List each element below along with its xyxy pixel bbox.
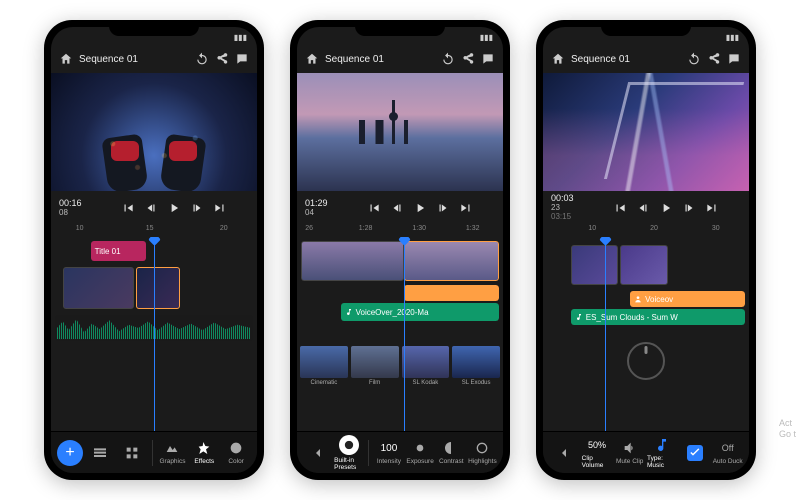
comment-icon[interactable] <box>727 52 741 66</box>
mute-clip-button[interactable]: Mute Clip <box>614 440 645 465</box>
sequence-title: Sequence 01 <box>325 54 384 65</box>
skip-start-icon[interactable] <box>121 201 135 215</box>
add-button[interactable]: + <box>57 440 83 466</box>
video-clip-1[interactable] <box>63 267 134 309</box>
comment-icon[interactable] <box>235 52 249 66</box>
builtin-presets-button[interactable]: Built-in Presets <box>334 435 363 471</box>
skip-start-icon[interactable] <box>613 201 627 215</box>
person-icon <box>634 295 642 303</box>
comment-icon[interactable] <box>481 52 495 66</box>
undo-icon[interactable] <box>195 52 209 66</box>
clip-volume-button[interactable]: 50%Clip Volume <box>582 437 613 469</box>
video-clip-2[interactable] <box>136 267 180 309</box>
timecode: 00:032303:15 <box>551 194 585 221</box>
timeline[interactable]: VoiceOver_2020-Ma Cinematic Film SL Koda… <box>297 237 503 431</box>
share-icon[interactable] <box>461 52 475 66</box>
phone-mock-2: ▮▮▮ Sequence 01 01:2904 26 1:28 1:30 1:3… <box>290 20 510 480</box>
highlights-tab[interactable]: Highlights <box>468 440 497 465</box>
music-note-icon <box>345 308 353 316</box>
timeline[interactable]: Voiceov ES_Sum Clouds - Sum W <box>543 237 749 431</box>
music-note-icon <box>575 313 583 321</box>
off-toggle[interactable]: OffAuto Duck <box>712 440 743 465</box>
share-icon[interactable] <box>215 52 229 66</box>
timecode: 01:2904 <box>305 199 339 218</box>
undo-icon[interactable] <box>441 52 455 66</box>
audio-clip-orange[interactable] <box>404 285 499 301</box>
back-button[interactable] <box>549 445 580 461</box>
bottom-toolbar: Built-in Presets 100Intensity Exposure C… <box>297 431 503 473</box>
step-back-icon[interactable] <box>144 201 158 215</box>
timeline-ruler[interactable]: 10 20 30 <box>543 225 749 237</box>
type-music-button[interactable]: Type: Music <box>647 437 678 469</box>
contrast-tab[interactable]: Contrast <box>437 440 466 465</box>
intensity-value[interactable]: 100Intensity <box>374 440 403 465</box>
preset-film[interactable]: Film <box>351 346 399 386</box>
volume-knob-row <box>543 333 749 389</box>
preview-viewport[interactable] <box>543 73 749 191</box>
title-bar: Sequence 01 <box>51 45 257 73</box>
graphics-tab[interactable]: Graphics <box>158 440 188 465</box>
step-fwd-icon[interactable] <box>436 201 450 215</box>
playhead[interactable] <box>605 237 606 431</box>
color-tab[interactable]: Color <box>221 440 251 465</box>
video-clip-1[interactable] <box>301 241 404 281</box>
step-fwd-icon[interactable] <box>190 201 204 215</box>
back-button[interactable] <box>303 445 332 461</box>
step-back-icon[interactable] <box>390 201 404 215</box>
bottom-toolbar: + Graphics Effects Color <box>51 431 257 473</box>
preview-viewport[interactable] <box>297 73 503 191</box>
home-icon[interactable] <box>551 52 565 66</box>
sequence-title: Sequence 01 <box>571 54 630 65</box>
music-clip[interactable]: ES_Sum Clouds - Sum W <box>571 309 745 325</box>
video-clip-2[interactable] <box>620 245 668 285</box>
skip-start-icon[interactable] <box>367 201 381 215</box>
timeline-ruler[interactable]: 10 15 20 <box>51 225 257 237</box>
playhead[interactable] <box>404 237 405 431</box>
preset-sl-kodak[interactable]: SL Kodak <box>402 346 450 386</box>
skip-end-icon[interactable] <box>705 201 719 215</box>
play-icon[interactable] <box>659 201 673 215</box>
preview-viewport[interactable] <box>51 73 257 191</box>
volume-knob[interactable] <box>627 342 665 380</box>
home-icon[interactable] <box>305 52 319 66</box>
sequence-title: Sequence 01 <box>79 54 138 65</box>
phone-mock-3: ▮▮▮ Sequence 01 00:032303:15 10 20 30 <box>536 20 756 480</box>
step-fwd-icon[interactable] <box>682 201 696 215</box>
phone-mock-1: ▮▮▮ Sequence 01 00:1608 10 15 20 Title 0… <box>44 20 264 480</box>
skip-end-icon[interactable] <box>459 201 473 215</box>
video-clip-2[interactable] <box>404 241 499 281</box>
undo-icon[interactable] <box>687 52 701 66</box>
title-bar: Sequence 01 <box>297 45 503 73</box>
home-icon[interactable] <box>59 52 73 66</box>
play-icon[interactable] <box>167 201 181 215</box>
exposure-tab[interactable]: Exposure <box>406 440 435 465</box>
edit-panel-button[interactable] <box>117 445 147 461</box>
voiceover-clip[interactable]: Voiceov <box>630 291 745 307</box>
step-back-icon[interactable] <box>636 201 650 215</box>
play-icon[interactable] <box>413 201 427 215</box>
timeline-ruler[interactable]: 26 1:28 1:30 1:32 <box>297 225 503 237</box>
timecode: 00:1608 <box>59 199 93 218</box>
playback-row: 00:1608 <box>51 191 257 225</box>
effects-tab[interactable]: Effects <box>189 440 219 465</box>
bottom-toolbar: 50%Clip Volume Mute Clip Type: Music Off… <box>543 431 749 473</box>
share-icon[interactable] <box>707 52 721 66</box>
timeline[interactable]: Title 01 <box>51 237 257 431</box>
watermark-text: ActGo t <box>779 418 796 440</box>
voiceover-clip[interactable]: VoiceOver_2020-Ma <box>341 303 499 321</box>
project-panel-button[interactable] <box>85 445 115 461</box>
title-bar: Sequence 01 <box>543 45 749 73</box>
auto-volume-checkbox[interactable] <box>680 445 711 461</box>
skip-end-icon[interactable] <box>213 201 227 215</box>
playhead[interactable] <box>154 237 155 431</box>
preset-sl-exodus[interactable]: SL Exodus <box>452 346 500 386</box>
preset-cinematic[interactable]: Cinematic <box>300 346 348 386</box>
title-clip[interactable]: Title 01 <box>91 241 146 261</box>
preset-strip: Cinematic Film SL Kodak SL Exodus <box>297 343 503 389</box>
video-clip-1[interactable] <box>571 245 619 285</box>
